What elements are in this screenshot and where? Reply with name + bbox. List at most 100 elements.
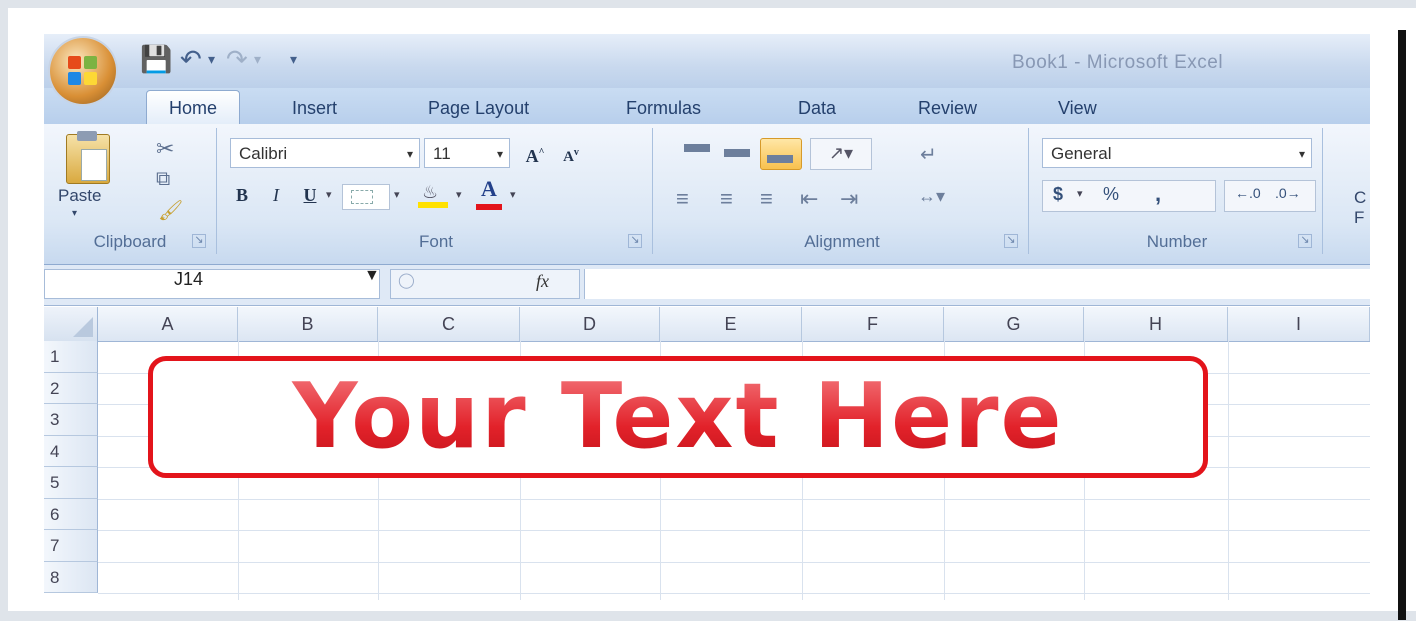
- formula-buttons: [390, 269, 580, 299]
- percent-button[interactable]: %: [1103, 184, 1119, 205]
- clipboard-launcher-icon[interactable]: ↘: [192, 234, 206, 248]
- tab-home[interactable]: Home: [146, 90, 241, 125]
- column-header[interactable]: A: [98, 307, 238, 341]
- row-header[interactable]: 4: [44, 436, 98, 467]
- undo-dropdown-icon[interactable]: ▾: [208, 42, 215, 76]
- column-header[interactable]: G: [944, 307, 1084, 341]
- row-header[interactable]: 2: [44, 373, 98, 404]
- italic-button[interactable]: I: [262, 178, 290, 212]
- tab-page-layout[interactable]: Page Layout: [428, 92, 529, 124]
- column-header[interactable]: E: [660, 307, 802, 341]
- tab-review[interactable]: Review: [918, 92, 977, 124]
- column-header[interactable]: H: [1084, 307, 1228, 341]
- align-center-icon[interactable]: ≡: [720, 186, 733, 212]
- font-group-label: Font: [418, 232, 454, 251]
- font-name-field[interactable]: Calibri ▾: [230, 138, 420, 168]
- window-title: Book1 - Microsoft Excel: [1012, 52, 1224, 73]
- bottom-border: [0, 611, 1416, 621]
- font-color-button[interactable]: A: [474, 176, 504, 210]
- column-header[interactable]: D: [520, 307, 660, 341]
- alignment-launcher-icon[interactable]: ↘: [1004, 234, 1018, 248]
- bold-button[interactable]: B: [228, 178, 256, 212]
- font-size-field[interactable]: 11 ▾: [424, 138, 510, 168]
- column-header[interactable]: B: [238, 307, 378, 341]
- column-header[interactable]: I: [1228, 307, 1370, 341]
- chevron-down-icon: ▾: [496, 147, 503, 161]
- formula-input[interactable]: [584, 269, 1370, 299]
- row-header[interactable]: 3: [44, 404, 98, 436]
- redo-icon[interactable]: ↷: [226, 42, 248, 76]
- font-size-value: 11: [433, 144, 451, 163]
- conditional-formatting-cutoff[interactable]: CF: [1354, 188, 1366, 228]
- number-format-value: General: [1051, 144, 1112, 163]
- top-align-icon[interactable]: [680, 142, 714, 164]
- currency-dropdown-icon[interactable]: ▾: [1077, 187, 1083, 200]
- number-launcher-icon[interactable]: ↘: [1298, 234, 1312, 248]
- font-color-dropdown-icon[interactable]: ▾: [510, 188, 516, 201]
- fill-color-icon[interactable]: ♨: [418, 180, 452, 210]
- grid-line: [98, 562, 1370, 563]
- borders-dropdown-icon[interactable]: ▾: [394, 188, 400, 201]
- underline-button[interactable]: U: [296, 178, 324, 212]
- bottom-align-icon[interactable]: [760, 138, 802, 170]
- right-border: [1398, 30, 1406, 620]
- excel-window: 💾 ↶ ▾ ↷ ▾ ▾ Book1 - Microsoft Excel Home…: [44, 34, 1370, 600]
- column-headers: A B C D E F G H I: [44, 307, 1370, 342]
- column-header[interactable]: C: [378, 307, 520, 341]
- decrease-decimal-icon[interactable]: .0→: [1275, 185, 1301, 201]
- orientation-icon[interactable]: ↗▾: [810, 138, 872, 170]
- row-header[interactable]: 1: [44, 341, 98, 373]
- save-icon[interactable]: 💾: [140, 42, 172, 76]
- currency-button[interactable]: $: [1053, 184, 1063, 205]
- copy-icon[interactable]: ⧉: [156, 168, 170, 191]
- name-box[interactable]: [44, 269, 380, 299]
- chevron-down-icon[interactable]: ▼: [364, 267, 380, 285]
- callout-text: Your Text Here: [153, 367, 1203, 467]
- increase-decimal-icon[interactable]: ←.0: [1235, 185, 1261, 201]
- increase-indent-icon[interactable]: ⇥: [840, 186, 858, 212]
- grid-line: [98, 593, 1370, 594]
- insert-function-button[interactable]: fx: [536, 271, 549, 292]
- underline-dropdown-icon[interactable]: ▾: [326, 188, 332, 201]
- column-header[interactable]: F: [802, 307, 944, 341]
- grid-line: [98, 499, 1370, 500]
- tab-formulas[interactable]: Formulas: [626, 92, 701, 124]
- select-all-button[interactable]: [44, 307, 98, 341]
- comma-button[interactable]: ,: [1155, 181, 1161, 207]
- office-button[interactable]: [50, 38, 116, 104]
- formula-bar: J14 ▼ ◯ fx: [44, 265, 1370, 306]
- format-painter-icon[interactable]: 🖌: [158, 198, 183, 223]
- middle-align-icon[interactable]: [720, 142, 754, 164]
- tab-data[interactable]: Data: [798, 92, 836, 124]
- alignment-group: ↗▾ ≡ ≡ ≡ ⇤ ⇥ ↵ ↔▾ Alignment ↘: [656, 128, 1029, 254]
- cut-icon[interactable]: ✂: [156, 136, 174, 162]
- borders-button[interactable]: [342, 184, 390, 210]
- row-header[interactable]: 7: [44, 530, 98, 562]
- font-group: Calibri ▾ 11 ▾ A^ Av B I U ▾ ▾ ♨ ▾ A ▾ F…: [220, 128, 653, 254]
- undo-icon[interactable]: ↶: [180, 42, 202, 76]
- tab-insert[interactable]: Insert: [292, 92, 337, 124]
- paste-dropdown-icon[interactable]: ▾: [72, 208, 77, 219]
- fill-color-dropdown-icon[interactable]: ▾: [456, 188, 462, 201]
- row-header[interactable]: 6: [44, 499, 98, 530]
- align-left-icon[interactable]: ≡: [676, 186, 703, 212]
- decrease-indent-icon[interactable]: ⇤: [800, 186, 818, 212]
- paste-icon[interactable]: [66, 131, 110, 184]
- grow-font-button[interactable]: A^: [518, 136, 552, 170]
- wrap-text-icon[interactable]: ↵: [920, 142, 950, 168]
- row-header[interactable]: 5: [44, 467, 98, 499]
- row-header[interactable]: 8: [44, 562, 98, 593]
- align-right-icon[interactable]: ≡: [760, 186, 773, 212]
- cancel-icon[interactable]: ◯: [398, 271, 415, 289]
- ribbon-tabs: Home Insert Page Layout Formulas Data Re…: [44, 88, 1370, 125]
- merge-center-icon[interactable]: ↔▾: [918, 186, 958, 212]
- customize-qat-icon[interactable]: ▾: [290, 42, 297, 76]
- text-callout-box: Your Text Here: [148, 356, 1208, 478]
- redo-dropdown-icon[interactable]: ▾: [254, 42, 261, 76]
- tab-view[interactable]: View: [1058, 92, 1097, 124]
- shrink-font-button[interactable]: Av: [556, 136, 586, 170]
- paste-label[interactable]: Paste: [58, 186, 101, 206]
- clipboard-group-label: Clipboard: [93, 232, 167, 251]
- number-format-field[interactable]: General ▾: [1042, 138, 1312, 168]
- font-launcher-icon[interactable]: ↘: [628, 234, 642, 248]
